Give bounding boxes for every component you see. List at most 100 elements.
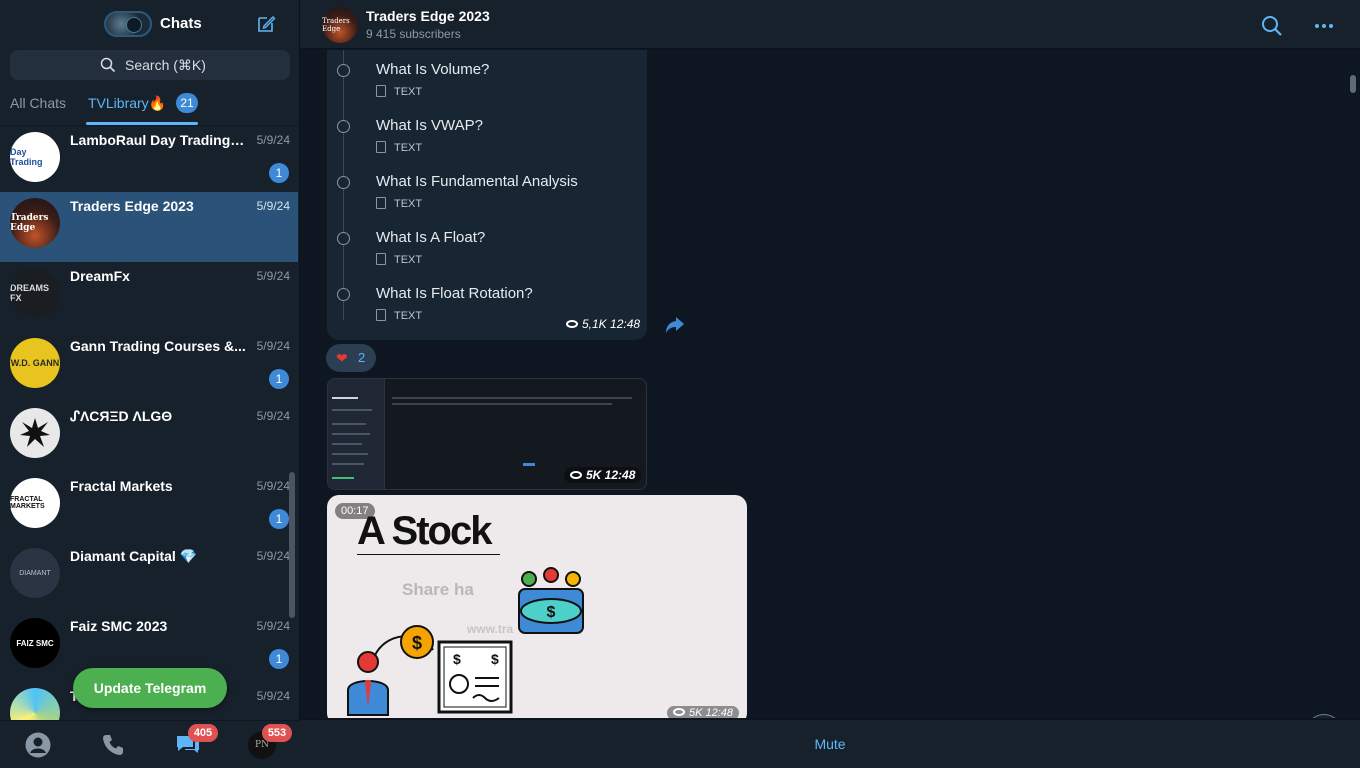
share-icon[interactable]	[665, 316, 685, 334]
video-message[interactable]: 00:17 A Stock Share ha www.tra $ $ $ $ 5…	[327, 495, 747, 718]
screenshot-line	[332, 397, 358, 399]
mute-button[interactable]: Mute	[300, 736, 1360, 752]
calls-icon[interactable]	[99, 731, 127, 759]
document-icon	[376, 253, 386, 265]
avatar-text: FAIZ SMC	[16, 638, 54, 648]
views-time: 5K 12:48	[689, 707, 734, 718]
search-icon[interactable]	[1261, 15, 1283, 37]
chat-date: 5/9/24	[256, 409, 290, 423]
list-item-tag: TEXT	[376, 85, 422, 98]
sidebar: Chats Search (⌘K) All Chats TVLibrary🔥 2…	[0, 0, 300, 768]
avatar: W.D. GANN	[10, 338, 60, 388]
chat-date: 5/9/24	[256, 479, 290, 493]
update-telegram-button[interactable]: Update Telegram	[73, 668, 227, 708]
compose-icon[interactable]	[256, 14, 276, 34]
bottom-nav: 405 PN 553	[0, 720, 300, 768]
chat-item-fractal-markets[interactable]: FRACTAL MARKETS Fractal Markets 5/9/24 1	[0, 472, 298, 542]
screenshot-line	[332, 443, 362, 445]
screenshot-line	[332, 433, 370, 435]
avatar	[10, 408, 60, 458]
folder-tabs: All Chats TVLibrary🔥 21	[0, 88, 300, 126]
chat-item-traders-edge[interactable]: Traders Edge Traders Edge 2023 5/9/24	[0, 192, 298, 262]
chat-date: 5/9/24	[256, 339, 290, 353]
screenshot-line	[332, 453, 368, 455]
list-item[interactable]: What Is Fundamental Analysis TEXT	[337, 173, 637, 229]
views-time: 5,1K 12:48	[582, 317, 641, 331]
video-url: www.tra	[467, 622, 514, 636]
list-item-tag: TEXT	[376, 141, 422, 154]
list-item[interactable]: What Is Float Rotation? TEXT	[337, 285, 637, 341]
scroll-down-button[interactable]	[1306, 714, 1342, 718]
chat-name: Gann Trading Courses &...	[70, 338, 246, 354]
screenshot-line	[392, 397, 632, 399]
chat-header: Traders Edge Traders Edge 2023 9 415 sub…	[300, 0, 1360, 49]
tag-label: TEXT	[394, 142, 423, 154]
avatar-text: Traders Edge	[10, 213, 49, 233]
avatar-text: DREAMS FX	[10, 283, 50, 303]
heart-reaction[interactable]: ❤ 2	[326, 344, 376, 372]
subscriber-count: 9 415 subscribers	[366, 27, 461, 41]
chat-name: ᔑΛCЯΞD ΛLGΘ	[70, 408, 173, 424]
unread-badge: 1	[269, 163, 289, 183]
meeting-icon: $	[518, 567, 584, 634]
tab-all-chats[interactable]: All Chats	[10, 95, 66, 111]
chat-item-dreamfx[interactable]: DREAMS FX DreamFx 5/9/24	[0, 262, 298, 332]
channel-avatar[interactable]: Traders Edge	[322, 7, 358, 43]
unread-badge: 1	[269, 509, 289, 529]
chat-item-gann[interactable]: W.D. GANN Gann Trading Courses &... 5/9/…	[0, 332, 298, 402]
avatar-text: DIAMANT	[19, 569, 51, 577]
document-icon	[376, 309, 386, 321]
avatar: FRACTAL MARKETS	[10, 478, 60, 528]
radio-icon	[337, 176, 350, 189]
list-item[interactable]: What Is A Float? TEXT	[337, 229, 637, 285]
tab-tvlibrary[interactable]: TVLibrary🔥	[88, 95, 166, 112]
search-icon	[100, 57, 116, 73]
channel-title[interactable]: Traders Edge 2023	[366, 8, 490, 24]
chat-item-lamboraul[interactable]: Day Trading LamboRaul Day Trading I... 5…	[0, 126, 298, 196]
chat-name: Diamant Capital 💎	[70, 548, 198, 564]
document-icon	[376, 141, 386, 153]
screenshot-sidebar	[328, 379, 385, 489]
video-title: A Stock	[357, 509, 501, 555]
profile-badge: 553	[262, 724, 292, 742]
list-item-title: What Is Volume?	[376, 61, 490, 78]
list-item-title: What Is Fundamental Analysis	[376, 173, 578, 190]
chat-name: DreamFx	[70, 268, 130, 284]
sidebar-title: Chats	[160, 15, 202, 32]
more-icon[interactable]	[1313, 15, 1335, 37]
contacts-icon[interactable]	[24, 731, 52, 759]
message-meta: 5,1K 12:48	[560, 316, 646, 332]
message-scrollbar[interactable]	[1350, 75, 1356, 93]
tab-tvlibrary-badge: 21	[176, 93, 198, 113]
avatar	[10, 688, 60, 720]
tag-label: TEXT	[394, 254, 423, 266]
search-input[interactable]: Search (⌘K)	[10, 50, 290, 80]
unread-badge: 1	[269, 649, 289, 669]
list-item-title: What Is VWAP?	[376, 117, 483, 134]
radio-icon	[337, 64, 350, 77]
avatar: DREAMS FX	[10, 268, 60, 318]
avatar: Day Trading	[10, 132, 60, 182]
chat-date: 5/9/24	[256, 549, 290, 563]
chats-nav[interactable]: 405	[174, 724, 218, 759]
svg-text:$: $	[547, 604, 556, 621]
profile-nav[interactable]: PN 553	[248, 724, 292, 759]
screenshot-image[interactable]: 5K 12:48	[327, 378, 647, 490]
message-bubble-list[interactable]: What Is Volume? TEXT What Is VWAP? TEXT …	[327, 50, 647, 340]
tag-label: TEXT	[394, 86, 423, 98]
chat-name: LamboRaul Day Trading I...	[70, 132, 248, 148]
chat-date: 5/9/24	[256, 133, 290, 147]
chat-name: Fractal Markets	[70, 478, 173, 494]
list-item[interactable]: What Is Volume? TEXT	[337, 61, 637, 117]
radio-icon	[337, 120, 350, 133]
views-icon	[673, 708, 685, 716]
sidebar-scrollbar[interactable]	[289, 472, 295, 618]
list-item[interactable]: What Is VWAP? TEXT	[337, 117, 637, 173]
list-item-tag: TEXT	[376, 253, 422, 266]
tag-label: TEXT	[394, 310, 423, 322]
chat-item-diamant[interactable]: DIAMANT Diamant Capital 💎 5/9/24	[0, 542, 298, 612]
document-icon	[376, 85, 386, 97]
app-logo[interactable]	[104, 11, 152, 37]
active-tab-indicator	[86, 122, 198, 125]
chat-item-sacred-algo[interactable]: ᔑΛCЯΞD ΛLGΘ 5/9/24	[0, 402, 298, 472]
